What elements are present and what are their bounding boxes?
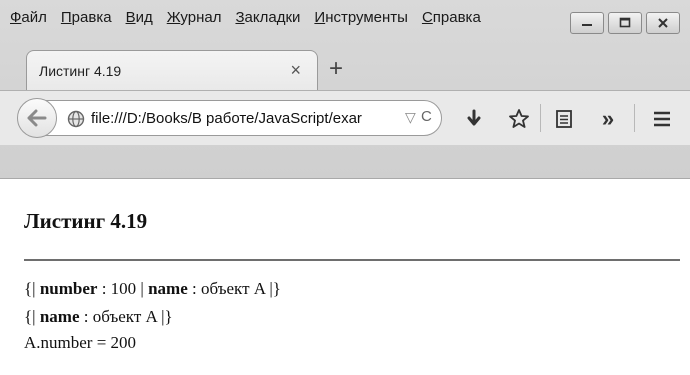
menu-file[interactable]: Файл <box>10 9 47 26</box>
overflow-chevron-icon: » <box>601 106 615 131</box>
tab-close-icon[interactable]: × <box>290 60 301 81</box>
globe-icon <box>67 110 85 128</box>
back-arrow-icon <box>27 109 47 127</box>
menu-help[interactable]: Справка <box>422 9 481 26</box>
close-icon <box>658 18 668 28</box>
new-tab-button[interactable]: + <box>329 55 343 83</box>
url-bar[interactable]: file:///D:/Books/В работе/JavaScript/exa… <box>17 98 442 138</box>
output-line-2: {| name : объект A |} <box>24 307 173 326</box>
bookmarks-list-icon <box>556 110 572 128</box>
menu-button[interactable] <box>648 106 676 132</box>
output-line-3: A.number = 200 <box>24 333 137 352</box>
browser-chrome: Файл Правка Вид Журнал Закладки Инструме… <box>0 0 690 179</box>
minimize-button[interactable] <box>570 12 604 34</box>
reload-icon[interactable]: C <box>421 108 432 125</box>
menu-history[interactable]: Журнал <box>167 9 222 26</box>
toolbar-separator-2 <box>634 104 635 132</box>
window-controls <box>570 12 680 34</box>
menu-view[interactable]: Вид <box>126 9 153 26</box>
hamburger-menu-icon <box>654 111 670 127</box>
menu-edit[interactable]: Правка <box>61 9 112 26</box>
horizontal-rule <box>24 259 680 261</box>
history-dropdown-icon[interactable]: ▽ <box>405 109 416 126</box>
navigation-toolbar: file:///D:/Books/В работе/JavaScript/exa… <box>0 90 690 145</box>
downloads-button[interactable] <box>462 106 486 132</box>
bookmarks-menu-button[interactable] <box>551 106 577 132</box>
page-title: Листинг 4.19 <box>24 209 148 233</box>
menu-tools[interactable]: Инструменты <box>314 9 408 26</box>
output-line-1: {| number : 100 | name : объект A |} <box>24 279 281 298</box>
minimize-icon <box>582 24 592 26</box>
close-window-button[interactable] <box>646 12 680 34</box>
back-button[interactable] <box>17 98 57 138</box>
toolbar-separator <box>540 104 541 132</box>
overflow-button[interactable]: » <box>596 106 620 132</box>
menu-bookmarks[interactable]: Закладки <box>235 9 300 26</box>
menu-bar: Файл Правка Вид Журнал Закладки Инструме… <box>0 0 540 34</box>
bookmark-star-button[interactable] <box>505 106 533 132</box>
tab-title: Листинг 4.19 <box>39 63 122 79</box>
download-icon <box>467 109 481 126</box>
star-icon <box>509 109 529 128</box>
maximize-icon <box>619 17 631 28</box>
url-text: file:///D:/Books/В работе/JavaScript/exa… <box>91 110 362 127</box>
tab-listing[interactable]: Листинг 4.19 × <box>26 50 318 90</box>
maximize-button[interactable] <box>608 12 642 34</box>
